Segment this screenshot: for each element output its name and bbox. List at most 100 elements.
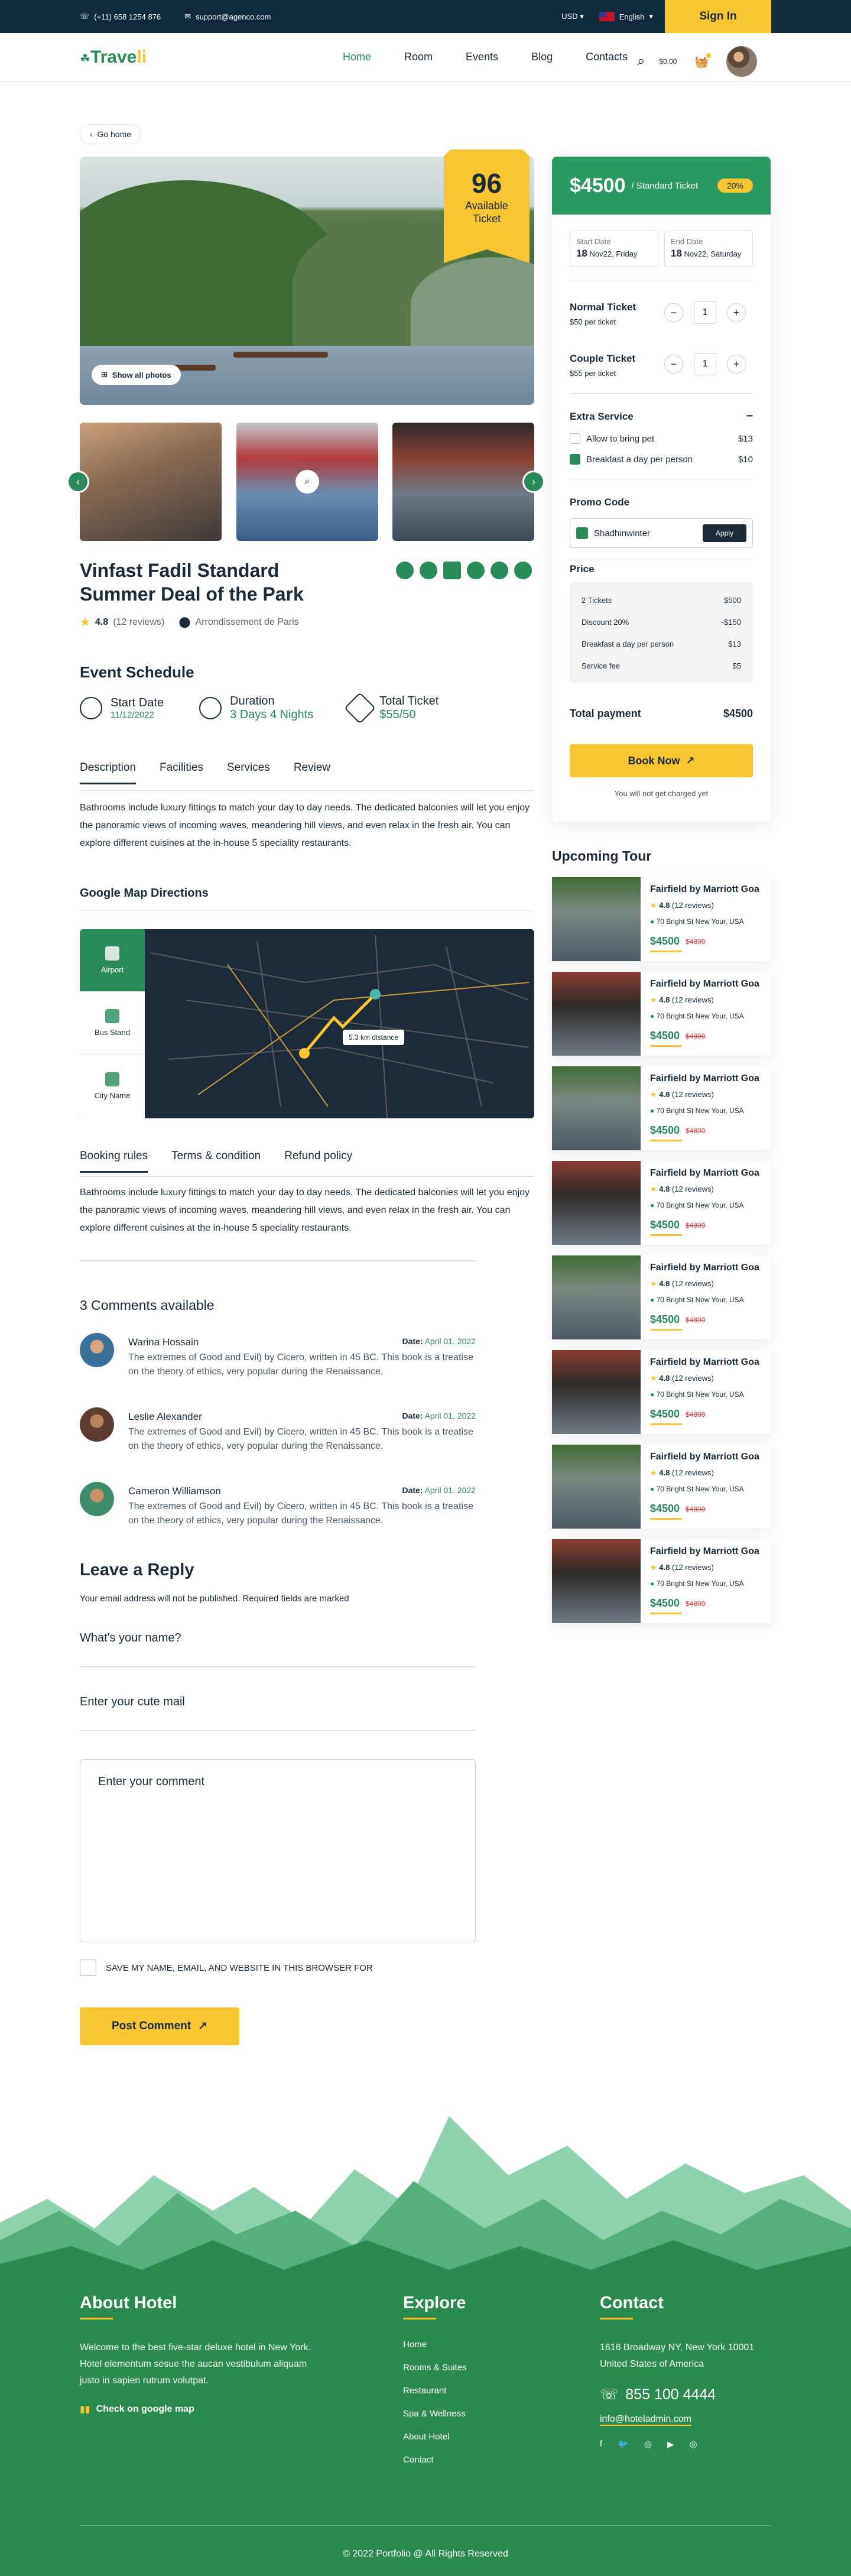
instagram-icon[interactable]: ◎ xyxy=(644,2439,652,2450)
whatsapp-share-icon[interactable] xyxy=(491,562,508,579)
reddit-share-icon[interactable] xyxy=(514,562,532,579)
gallery-thumb[interactable]: ⌕ xyxy=(236,423,378,541)
tour-card[interactable]: Fairfield by Marriott Goa ★ 4.8 (12 revie… xyxy=(552,1350,771,1434)
go-home-link[interactable]: ‹ Go home xyxy=(80,124,142,144)
google-map-link[interactable]: ▮▮ Check on google map xyxy=(80,2403,316,2415)
next-arrow-button[interactable]: › xyxy=(522,471,545,493)
tab-services[interactable]: Services xyxy=(227,761,270,784)
user-avatar[interactable] xyxy=(726,46,758,77)
footer-link-contact[interactable]: Contact xyxy=(403,2455,521,2465)
promo-code-input[interactable]: Shadhinwinter Apply xyxy=(570,518,753,548)
telegram-share-icon[interactable] xyxy=(467,562,485,579)
commenter-avatar xyxy=(80,1407,114,1442)
language-select[interactable]: English ▾ xyxy=(599,12,653,21)
currency-select[interactable]: USD ▾ xyxy=(561,12,584,21)
price-underline xyxy=(650,1613,682,1614)
name-field[interactable]: What's your name? xyxy=(80,1631,476,1667)
prev-arrow-button[interactable]: ‹ xyxy=(67,471,89,493)
checkbox[interactable] xyxy=(80,1959,96,1976)
tour-card[interactable]: Fairfield by Marriott Goa ★ 4.8 (12 revie… xyxy=(552,1539,771,1623)
logo[interactable]: ☘Traveli xyxy=(80,47,147,67)
footer-link-rooms[interactable]: Rooms & Suites xyxy=(403,2363,521,2373)
extra-breakfast[interactable]: Breakfast a day per person $10 xyxy=(570,454,753,465)
map-panel[interactable]: Airport Bus Stand City Name xyxy=(80,929,534,1118)
tour-card[interactable]: Fairfield by Marriott Goa ★ 4.8 (12 revie… xyxy=(552,1161,771,1245)
footer-email[interactable]: info@hoteladmin.com xyxy=(600,2414,691,2426)
minus-button[interactable]: − xyxy=(664,355,683,374)
tab-refund-policy[interactable]: Refund policy xyxy=(284,1150,352,1173)
footer-phone[interactable]: ☏ 855 100 4444 xyxy=(600,2386,771,2403)
map-option-city[interactable]: City Name xyxy=(80,1055,145,1117)
footer-link-home[interactable]: Home xyxy=(403,2340,521,2350)
upcoming-tour-title: Upcoming Tour xyxy=(552,848,652,864)
linkedin-share-icon[interactable] xyxy=(443,562,461,579)
price-underline xyxy=(650,1423,682,1425)
bus-icon xyxy=(105,1009,119,1023)
twitter-share-icon[interactable] xyxy=(420,562,437,579)
tour-card[interactable]: Fairfield by Marriott Goa ★ 4.8 (12 revie… xyxy=(552,877,771,961)
nav-contacts[interactable]: Contacts xyxy=(586,51,628,63)
book-now-button[interactable]: Book Now ↗ xyxy=(570,744,753,777)
event-rating: ★ 4.8 (12 reviews) ⬤ Arrondissement de P… xyxy=(80,616,299,629)
checkbox-checked[interactable] xyxy=(570,454,580,465)
nav-blog[interactable]: Blog xyxy=(531,51,553,63)
email-contact[interactable]: ✉ support@agenco.com xyxy=(184,12,271,21)
nav-home[interactable]: Home xyxy=(343,51,371,63)
apply-promo-button[interactable]: Apply xyxy=(702,524,746,542)
footer-link-restaurant[interactable]: Restaurant xyxy=(403,2386,521,2396)
plus-button[interactable]: + xyxy=(727,355,746,374)
post-comment-button[interactable]: Post Comment ↗ xyxy=(80,2007,239,2045)
extra-pet[interactable]: Allow to bring pet $13 xyxy=(570,433,753,444)
star-icon: ★ xyxy=(650,1090,657,1099)
nav-events[interactable]: Events xyxy=(466,51,498,63)
tour-card[interactable]: Fairfield by Marriott Goa ★ 4.8 (12 revie… xyxy=(552,972,771,1056)
zoom-icon[interactable]: ⌕ xyxy=(295,470,319,494)
tour-card[interactable]: Fairfield by Marriott Goa ★ 4.8 (12 revie… xyxy=(552,1255,771,1339)
tab-review[interactable]: Review xyxy=(294,761,330,784)
tour-old-price: $4800 xyxy=(686,1410,706,1419)
gallery-thumb[interactable] xyxy=(392,423,534,541)
price-underline xyxy=(650,1518,682,1520)
copyright: © 2022 Portfolio @ All Rights Reserved xyxy=(343,2549,508,2559)
plus-button[interactable]: + xyxy=(727,303,746,322)
checkbox[interactable] xyxy=(570,433,580,444)
tab-terms[interactable]: Terms & condition xyxy=(171,1150,261,1173)
twitter-icon[interactable]: 🐦 xyxy=(618,2439,629,2450)
map-title: Google Map Directions xyxy=(80,887,209,900)
tour-card[interactable]: Fairfield by Marriott Goa ★ 4.8 (12 revie… xyxy=(552,1445,771,1529)
youtube-icon[interactable]: ▶ xyxy=(667,2439,674,2450)
comment-textarea[interactable]: Enter your comment xyxy=(80,1759,476,1942)
mountain-silhouette xyxy=(0,2092,851,2282)
gallery-thumb[interactable] xyxy=(80,423,222,541)
footer-link-spa[interactable]: Spa & Wellness xyxy=(403,2409,521,2419)
footer-link-about[interactable]: About Hotel xyxy=(403,2432,521,2442)
facebook-share-icon[interactable] xyxy=(396,562,414,579)
tour-card[interactable]: Fairfield by Marriott Goa ★ 4.8 (12 revie… xyxy=(552,1066,771,1150)
tab-description[interactable]: Description xyxy=(80,761,137,784)
phone-contact[interactable]: ☏ (+11) 658 1254 876 xyxy=(80,12,161,21)
map-option-bus-stand[interactable]: Bus Stand xyxy=(80,992,145,1055)
nav-room[interactable]: Room xyxy=(404,51,433,63)
sign-in-button[interactable]: Sign In xyxy=(665,0,771,33)
ticket-price: $4500 xyxy=(570,174,626,197)
facebook-icon[interactable]: f xyxy=(600,2439,602,2450)
start-date-picker[interactable]: Start Date 18 Nov22, Friday xyxy=(570,231,658,267)
save-info-checkbox[interactable]: SAVE MY NAME, EMAIL, AND WEBSITE IN THIS… xyxy=(80,1959,373,1976)
tour-address: ● 70 Bright St New Your, USA xyxy=(650,1201,744,1209)
arrow-up-right-icon: ↗ xyxy=(198,2020,207,2033)
tab-booking-rules[interactable]: Booking rules xyxy=(80,1150,148,1173)
tour-price: $4500 xyxy=(650,1313,680,1325)
available-ticket-badge: 96 Available Ticket xyxy=(444,150,530,263)
end-date-picker[interactable]: End Date 18 Nov22, Saturday xyxy=(664,231,753,267)
minus-button[interactable]: − xyxy=(664,303,683,322)
cart-button[interactable]: 🧺 xyxy=(691,51,713,72)
map-option-airport[interactable]: Airport xyxy=(80,929,145,992)
instagram-icon[interactable]: ◎ xyxy=(690,2439,697,2450)
tab-facilities[interactable]: Facilities xyxy=(160,761,203,784)
search-icon[interactable]: ⌕ xyxy=(637,53,645,70)
collapse-icon[interactable]: − xyxy=(746,410,753,423)
email-field[interactable]: Enter your cute mail xyxy=(80,1695,476,1731)
tour-old-price: $4800 xyxy=(686,937,706,946)
tour-name: Fairfield by Marriott Goa xyxy=(650,1073,759,1083)
show-all-photos-button[interactable]: ⊞ Show all photos xyxy=(92,365,181,385)
